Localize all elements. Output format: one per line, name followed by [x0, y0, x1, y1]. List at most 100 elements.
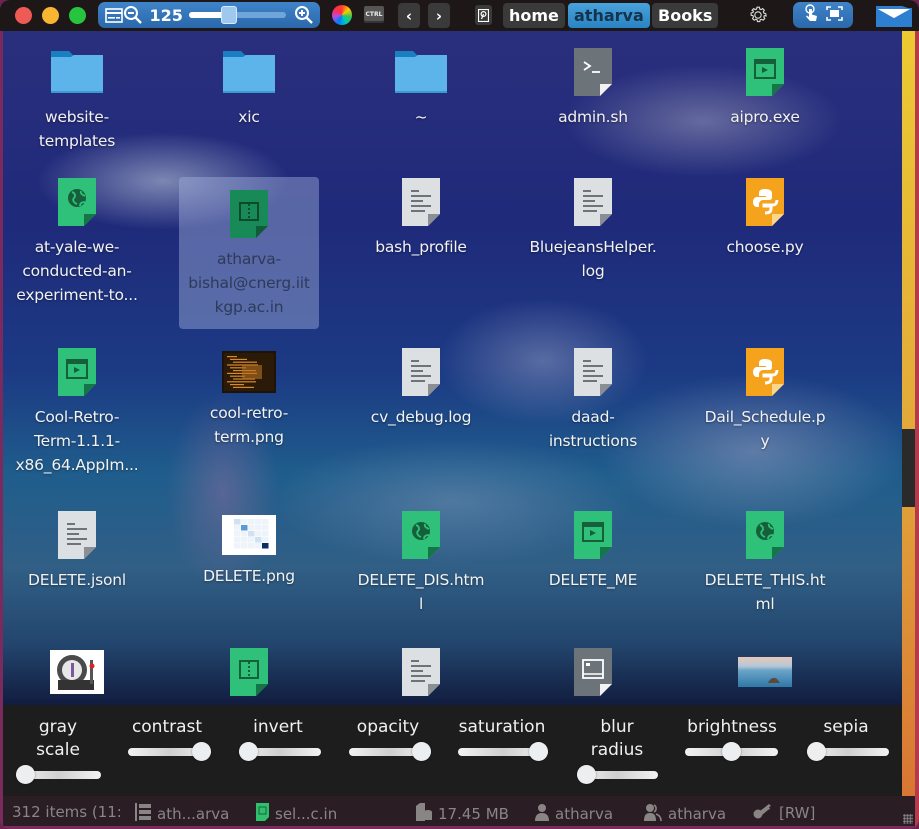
filter-label-line: scale — [36, 740, 80, 760]
database-icon — [416, 803, 432, 825]
filter-slider-sepia[interactable] — [807, 742, 889, 761]
file-item[interactable]: website-templates — [7, 47, 147, 153]
status-item-count: 312 items (11: — [12, 803, 122, 821]
filter-label-line: brightness — [687, 717, 777, 737]
slider-knob[interactable] — [807, 742, 826, 761]
touch-icon[interactable] — [803, 4, 819, 26]
slider-knob[interactable] — [16, 765, 35, 784]
status-group: atharva — [644, 803, 726, 825]
breadcrumb-atharva[interactable]: atharva — [568, 3, 650, 28]
file-item[interactable]: at-yale-we-conducted-an-experiment-to... — [7, 177, 147, 307]
image-filters-panel: gray scale contrast invert opacity saturation… — [3, 705, 902, 796]
filter-slider-opacity[interactable] — [349, 742, 431, 761]
text-icon — [393, 347, 449, 397]
color-wheel-icon[interactable] — [332, 5, 352, 25]
file-item[interactable]: Cool-Retro- Term-1.1.1- x86_64.AppIm... — [7, 347, 147, 477]
file-item[interactable]: aipro.exe — [695, 47, 835, 129]
filter-label-invert: invert — [218, 716, 338, 739]
fullscreen-icon[interactable] — [826, 5, 844, 25]
slider-knob[interactable] — [239, 742, 258, 761]
file-item[interactable]: cool-retro-term.png — [179, 347, 319, 449]
file-name-line: BluejeansHelper. — [529, 238, 657, 256]
file-name-label: choose.py — [697, 235, 833, 259]
file-item[interactable]: DELETE_DIS.htm l — [351, 510, 491, 616]
file-item[interactable]: bash_profile — [351, 177, 491, 259]
slider-knob[interactable] — [722, 742, 741, 761]
file-item[interactable]: atharva-bishal@cnerg.iit kgp.ac.in — [179, 177, 319, 329]
breadcrumb-home[interactable]: home — [503, 3, 565, 28]
filter-slider-gray-scale[interactable] — [16, 765, 101, 784]
file-item[interactable]: admin.sh — [523, 47, 663, 129]
file-item[interactable]: daad-instructions — [523, 347, 663, 453]
zoom-slider[interactable] — [188, 6, 286, 24]
file-item[interactable]: xic — [179, 47, 319, 129]
file-name-line: templates — [38, 132, 116, 150]
filter-label-line: saturation — [458, 717, 546, 737]
file-item[interactable]: BluejeansHelper. log — [523, 177, 663, 283]
slider-knob[interactable] — [577, 765, 596, 784]
file-item[interactable] — [7, 647, 147, 701]
slider-knob[interactable] — [412, 742, 431, 761]
file-name-line: l — [418, 595, 424, 613]
thumb-matrix-icon — [221, 510, 277, 560]
zoom-slider-thumb[interactable] — [220, 6, 237, 24]
status-owner: atharva — [535, 803, 613, 825]
zoom-level: 125 — [149, 5, 183, 25]
vertical-scrollbar[interactable] — [902, 31, 915, 796]
slider-knob[interactable] — [529, 742, 548, 761]
file-name-line: Cool-Retro- — [34, 408, 120, 426]
file-name-line: at-yale-we- — [34, 238, 120, 256]
forward-button[interactable]: › — [428, 3, 450, 28]
web-icon — [49, 177, 105, 227]
chevron-left-icon: ‹ — [405, 6, 413, 25]
file-item[interactable]: Dail_Schedule.p y — [695, 347, 835, 453]
file-item[interactable] — [351, 647, 491, 705]
maximize-window-button[interactable] — [69, 7, 86, 24]
file-name-label: BluejeansHelper. log — [525, 235, 661, 283]
gear-icon[interactable] — [746, 4, 770, 28]
file-name-line: cool-retro- — [209, 404, 289, 422]
ctrl-key-icon[interactable]: CTRL — [364, 6, 384, 23]
file-name-line: ~ — [414, 108, 428, 126]
thumb-terminal-icon — [221, 347, 277, 397]
file-item[interactable]: DELETE_THIS.ht ml — [695, 510, 835, 616]
zoom-in-icon[interactable] — [294, 5, 314, 25]
file-item[interactable]: cv_debug.log — [351, 347, 491, 429]
file-grid-area[interactable]: website-templates xic ~ admin.sh aipro.exe at… — [3, 31, 902, 796]
file-item[interactable]: ~ — [351, 47, 491, 129]
mail-icon[interactable] — [876, 4, 912, 27]
zoom-out-icon[interactable] — [123, 5, 143, 25]
filter-slider-brightness[interactable] — [685, 742, 778, 761]
minimize-window-button[interactable] — [42, 7, 59, 24]
file-name-line: bishal@cnerg.iit — [188, 274, 310, 292]
filter-label-opacity: opacity — [328, 716, 448, 739]
file-name-line: x86_64.AppIm... — [15, 456, 139, 474]
file-item[interactable]: choose.py — [695, 177, 835, 259]
filter-label-line: opacity — [356, 717, 420, 737]
folder-icon — [221, 47, 277, 97]
filter-slider-saturation[interactable] — [458, 742, 548, 761]
scrollbar-thumb[interactable] — [902, 429, 915, 507]
web-icon — [393, 510, 449, 560]
back-button[interactable]: ‹ — [398, 3, 420, 28]
slider-knob[interactable] — [192, 742, 211, 761]
filter-slider-invert[interactable] — [239, 742, 321, 761]
view-mode-icon[interactable] — [104, 5, 123, 25]
file-item[interactable] — [179, 647, 319, 705]
thumb-sea-icon — [737, 647, 793, 697]
file-item[interactable]: DELETE_ME — [523, 510, 663, 592]
resize-grip[interactable] — [903, 814, 913, 824]
file-item[interactable]: DELETE.png — [179, 510, 319, 588]
breadcrumb-books[interactable]: Books — [652, 3, 719, 28]
file-item[interactable]: DELETE.jsonl — [7, 510, 147, 592]
drive-icon[interactable] — [475, 5, 492, 25]
filter-slider-contrast[interactable] — [128, 742, 211, 761]
item-count-text: 312 items (11: — [12, 803, 122, 821]
filter-slider-blur-radius[interactable] — [577, 765, 658, 784]
close-window-button[interactable] — [15, 7, 32, 24]
folder-icon — [393, 47, 449, 97]
file-name-line: xic — [238, 108, 260, 126]
file-name-line: log — [581, 262, 605, 280]
file-name-label: Dail_Schedule.p y — [697, 405, 833, 453]
file-item[interactable] — [523, 647, 663, 705]
